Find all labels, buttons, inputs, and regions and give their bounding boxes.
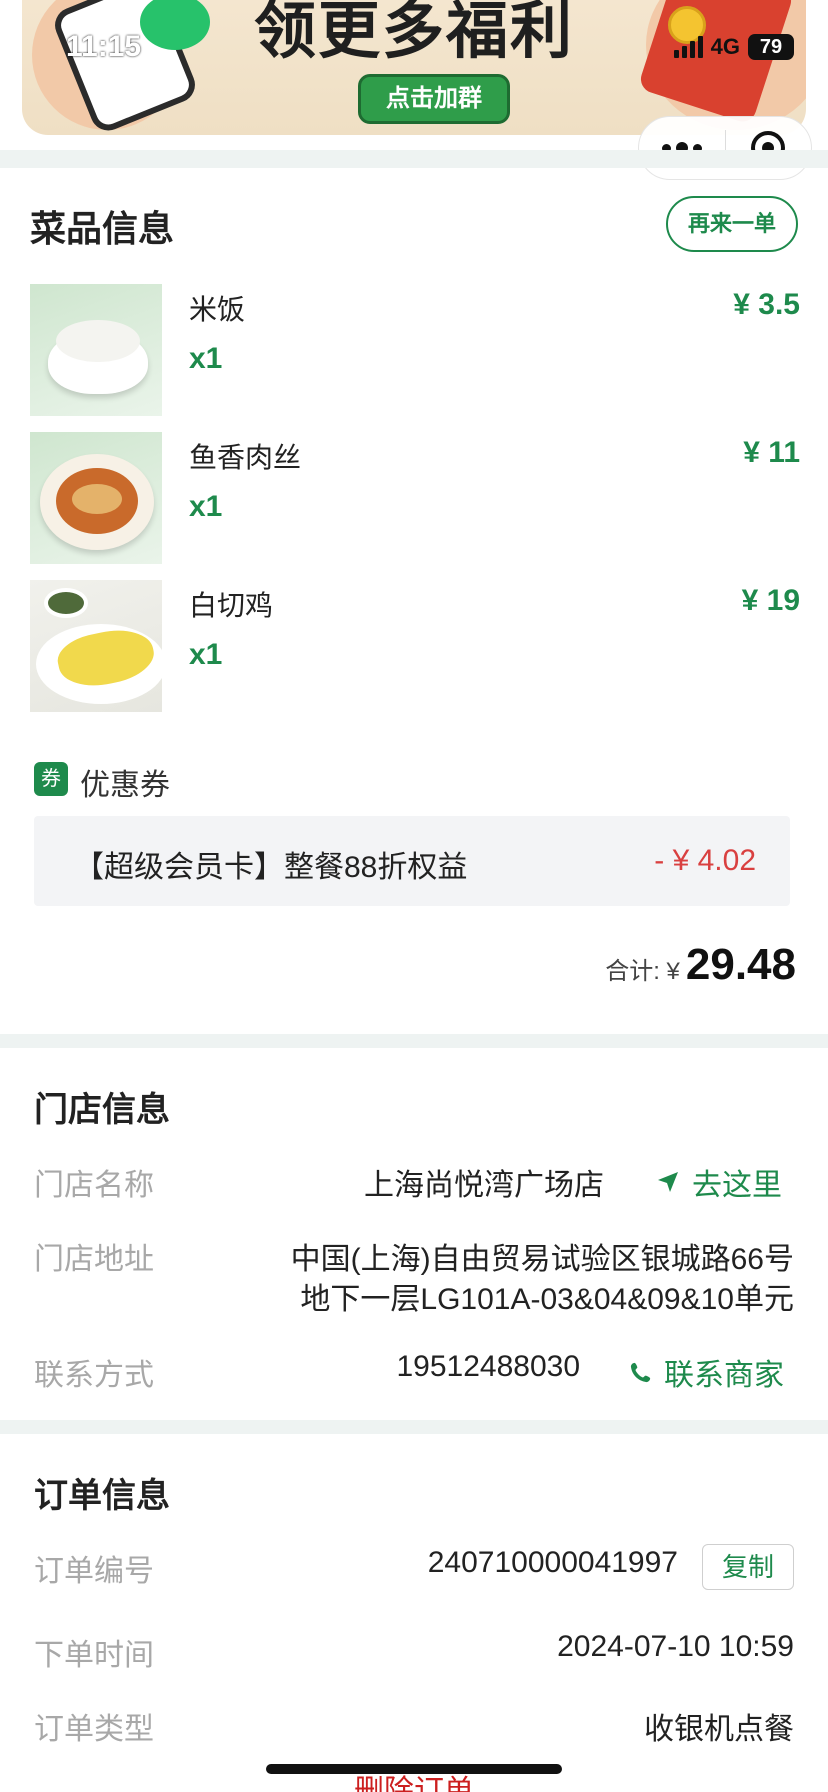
close-miniprogram-button[interactable] xyxy=(726,117,812,179)
store-name-label: 门店名称 xyxy=(34,1169,154,1202)
navigation-arrow-icon xyxy=(658,1172,678,1192)
status-indicators: 4G 79 xyxy=(673,34,794,60)
dish-item: 米饭 x1 ¥ 3.5 xyxy=(30,284,800,416)
more-menu-button[interactable] xyxy=(639,117,725,179)
dish-price: ¥ 19 xyxy=(741,584,800,617)
dish-image-rice xyxy=(30,284,162,416)
order-type-label: 订单类型 xyxy=(34,1713,154,1746)
coupon-row: 【超级会员卡】整餐88折权益 - ¥ 4.02 xyxy=(34,816,790,906)
dish-name: 鱼香肉丝 xyxy=(189,442,302,473)
dishes-section-title: 菜品信息 xyxy=(30,208,175,249)
delete-order-button[interactable]: 删除订单 xyxy=(0,1772,828,1792)
dish-quantity: x1 xyxy=(189,638,223,671)
store-address-label: 门店地址 xyxy=(34,1243,154,1276)
order-time-value: 2024-07-10 10:59 xyxy=(557,1630,794,1663)
copy-button[interactable]: 复制 xyxy=(702,1544,794,1590)
dish-item: 白切鸡 x1 ¥ 19 xyxy=(30,580,800,712)
navigate-label: 去这里 xyxy=(692,1169,782,1202)
order-section-title: 订单信息 xyxy=(34,1477,170,1515)
coupon-icon: 券 xyxy=(34,762,68,796)
order-number-value: 240710000041997 xyxy=(427,1546,678,1579)
order-number-label: 订单编号 xyxy=(34,1555,154,1588)
store-address-line1: 中国(上海)自由贸易试验区银城路66号 xyxy=(290,1243,794,1276)
dish-name: 米饭 xyxy=(189,294,246,325)
store-name-value: 上海尚悦湾广场店 xyxy=(364,1169,604,1202)
reorder-button[interactable]: 再来一单 xyxy=(666,196,798,252)
network-type: 4G xyxy=(710,34,740,59)
coupon-description: 【超级会员卡】整餐88折权益 xyxy=(74,851,468,884)
signal-icon xyxy=(673,36,703,58)
contact-merchant-button[interactable]: 联系商家 xyxy=(630,1350,784,1394)
status-time: 11:15 xyxy=(66,30,142,63)
order-total: 合计: ¥ 29.48 xyxy=(605,940,796,990)
section-divider xyxy=(0,1420,828,1434)
contact-label: 联系方式 xyxy=(34,1359,154,1392)
dish-price: ¥ 3.5 xyxy=(733,288,800,321)
total-value: 29.48 xyxy=(685,940,796,989)
dish-image-yuxiang-pork xyxy=(30,432,162,564)
miniprogram-capsule xyxy=(638,116,812,180)
coupon-amount: - ¥ 4.02 xyxy=(654,844,756,877)
dish-item: 鱼香肉丝 x1 ¥ 11 xyxy=(30,432,800,564)
promo-banner[interactable]: 领更多福利 点击加群 xyxy=(22,0,806,135)
store-section-title: 门店信息 xyxy=(34,1091,170,1129)
contact-phone: 19512488030 xyxy=(396,1350,580,1383)
battery-icon: 79 xyxy=(748,34,794,60)
dish-quantity: x1 xyxy=(189,342,223,375)
join-group-button[interactable]: 点击加群 xyxy=(358,74,510,124)
home-indicator xyxy=(266,1764,562,1774)
order-type-value: 收银机点餐 xyxy=(644,1713,794,1746)
dish-name: 白切鸡 xyxy=(189,590,274,621)
dish-price: ¥ 11 xyxy=(743,436,800,469)
coupon-label: 优惠券 xyxy=(80,769,170,802)
section-divider xyxy=(0,1034,828,1048)
navigate-button[interactable]: 去这里 xyxy=(656,1160,782,1204)
total-label: 合计: ¥ xyxy=(605,958,680,985)
store-address-line2: 地下一层LG101A-03&04&09&10单元 xyxy=(300,1283,794,1316)
phone-icon xyxy=(630,1362,651,1383)
section-divider xyxy=(0,150,828,168)
dish-quantity: x1 xyxy=(189,490,223,523)
dish-image-white-cut-chicken xyxy=(30,580,162,712)
contact-merchant-label: 联系商家 xyxy=(664,1359,784,1392)
order-time-label: 下单时间 xyxy=(34,1639,154,1672)
